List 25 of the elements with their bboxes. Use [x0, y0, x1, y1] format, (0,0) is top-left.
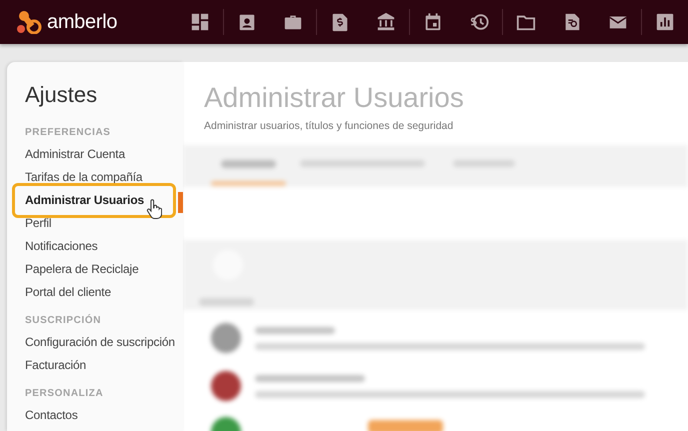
page-title: Administrar Usuarios: [204, 82, 464, 114]
logo-text: amberlo: [47, 10, 118, 34]
sidebar-item[interactable]: Facturación: [7, 354, 183, 377]
section-heading: PERSONALIZA: [25, 388, 104, 399]
sidebar-item[interactable]: Configuración de suscripción: [7, 331, 183, 354]
logo-icon: [16, 10, 44, 34]
section-heading: SUSCRIPCIÓN: [25, 315, 102, 326]
sidebar-title: Ajustes: [25, 82, 98, 108]
chart-icon: [655, 12, 675, 32]
bank-icon: [376, 12, 396, 32]
money-clock-icon: [469, 12, 489, 32]
contact-card-icon: [237, 12, 257, 32]
section-heading: PREFERENCIAS: [25, 127, 111, 138]
sidebar-item[interactable]: Administrar Cuenta: [7, 143, 183, 166]
page-subtitle: Administrar usuarios, títulos y funciones de seguridad: [204, 120, 454, 132]
sidebar-item[interactable]: Notificaciones: [7, 235, 183, 258]
invoice-icon: [330, 12, 350, 32]
sidebar-item[interactable]: Portal del cliente: [7, 281, 183, 304]
sidebar-item[interactable]: Tarifas de la compañía: [7, 166, 183, 189]
sidebar-item[interactable]: Papelera de Reciclaje: [7, 258, 183, 281]
hand-cursor-icon: [146, 199, 162, 219]
sidebar-item[interactable]: Perfil: [7, 212, 183, 235]
calendar-icon: [423, 12, 443, 32]
sidebar-item[interactable]: Contactos: [7, 404, 183, 427]
dashboard-icon: [190, 12, 210, 32]
